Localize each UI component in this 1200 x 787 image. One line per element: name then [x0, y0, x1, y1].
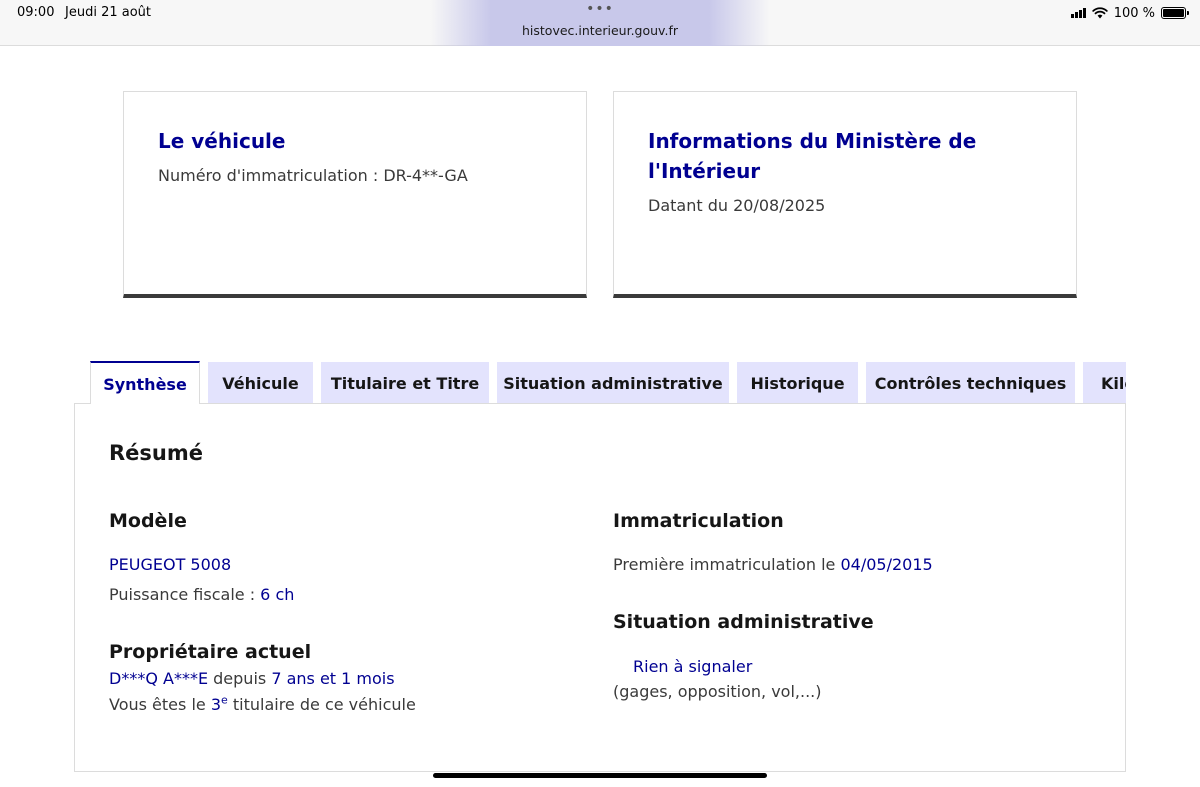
owner-duration: 7 ans et 1 mois	[271, 669, 395, 688]
tab-list: Synthèse Véhicule Titulaire et Titre Sit…	[90, 361, 1126, 404]
synthese-panel: Résumé Modèle PEUGEOT 5008 Puissance fis…	[74, 403, 1126, 772]
url-text[interactable]: histovec.interieur.gouv.fr	[430, 23, 770, 38]
owner-since-label: depuis	[208, 669, 272, 688]
registration-heading: Immatriculation	[613, 510, 784, 532]
admin-note: (gages, opposition, vol,...)	[613, 682, 822, 701]
fiscal-power: Puissance fiscale : 6 ch	[109, 585, 294, 604]
fiscal-power-value: 6 ch	[260, 585, 295, 604]
address-bar[interactable]: ••• histovec.interieur.gouv.fr	[430, 0, 770, 46]
data-date: Datant du 20/08/2025	[648, 196, 826, 215]
owner-line: D***Q A***E depuis 7 ans et 1 mois	[109, 669, 395, 688]
home-indicator[interactable]	[433, 773, 767, 778]
summary-heading: Résumé	[109, 441, 203, 465]
owner-rank-suffix: titulaire de ce véhicule	[227, 695, 416, 714]
tab-situation-administrative[interactable]: Situation administrative	[497, 362, 729, 404]
registration-number: Numéro d'immatriculation : DR-4**-GA	[158, 166, 468, 185]
ministry-card: Informations du Ministère de l'Intérieur…	[613, 91, 1077, 298]
owner-rank-number: 3	[210, 695, 221, 714]
model-heading: Modèle	[109, 510, 187, 532]
tab-synthese[interactable]: Synthèse	[90, 361, 200, 404]
first-registration: Première immatriculation le 04/05/2015	[613, 555, 933, 574]
tab-titulaire-titre[interactable]: Titulaire et Titre	[321, 362, 489, 404]
more-options-icon[interactable]: •••	[430, 1, 770, 17]
model-name: PEUGEOT 5008	[109, 555, 232, 574]
owner-rank-prefix: Vous êtes le	[109, 695, 211, 714]
tab-vehicule[interactable]: Véhicule	[208, 362, 313, 404]
first-registration-label: Première immatriculation le	[613, 555, 841, 574]
owner-rank: Vous êtes le 3e titulaire de ce véhicule	[109, 695, 416, 714]
owner-rank-sup: e	[221, 693, 228, 707]
status-date: Jeudi 21 août	[65, 5, 151, 20]
vehicle-card: Le véhicule Numéro d'immatriculation : D…	[123, 91, 587, 298]
owner-name: D***Q A***E	[109, 669, 209, 688]
signal-icon	[1070, 8, 1086, 18]
ministry-card-title: Informations du Ministère de l'Intérieur	[648, 129, 977, 183]
status-time: 09:00	[17, 5, 55, 20]
tab-historique[interactable]: Historique	[737, 362, 858, 404]
first-registration-date: 04/05/2015	[840, 555, 933, 574]
battery-percent: 100 %	[1113, 5, 1155, 21]
fiscal-power-label: Puissance fiscale :	[109, 585, 261, 604]
wifi-icon	[1091, 7, 1108, 19]
status-bar: 09:00 Jeudi 21 août ••• histovec.interie…	[0, 0, 1200, 46]
vehicle-card-title: Le véhicule	[158, 129, 286, 153]
status-indicators: 100 %	[1070, 5, 1189, 21]
owner-heading: Propriétaire actuel	[109, 641, 312, 663]
tab-controles-techniques[interactable]: Contrôles techniques	[866, 362, 1075, 404]
admin-status: Rien à signaler	[633, 657, 753, 676]
tab-kilometrage[interactable]: Kilométrage	[1083, 362, 1126, 404]
admin-heading: Situation administrative	[613, 611, 874, 633]
battery-icon	[1161, 7, 1189, 19]
